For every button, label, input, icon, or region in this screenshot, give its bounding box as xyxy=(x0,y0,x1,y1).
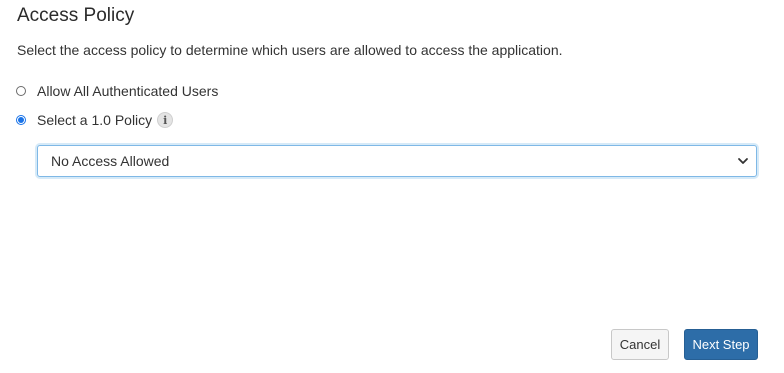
page-title: Access Policy xyxy=(17,5,135,26)
radio-allow-all-authenticated[interactable] xyxy=(16,86,26,96)
option-label: Allow All Authenticated Users xyxy=(37,83,219,99)
cancel-button[interactable]: Cancel xyxy=(611,329,669,360)
page-description: Select the access policy to determine wh… xyxy=(17,42,563,58)
policy-select[interactable]: No Access Allowed xyxy=(37,145,757,177)
info-icon[interactable]: i xyxy=(157,112,174,128)
chevron-down-icon xyxy=(738,158,748,164)
option-select-policy[interactable]: Select a 1.0 Policy i xyxy=(16,112,174,128)
policy-select-value: No Access Allowed xyxy=(51,153,170,169)
next-step-button[interactable]: Next Step xyxy=(684,329,758,360)
option-label: Select a 1.0 Policy xyxy=(37,112,153,128)
radio-select-policy[interactable] xyxy=(16,115,26,125)
option-allow-all-authenticated[interactable]: Allow All Authenticated Users xyxy=(16,83,218,99)
